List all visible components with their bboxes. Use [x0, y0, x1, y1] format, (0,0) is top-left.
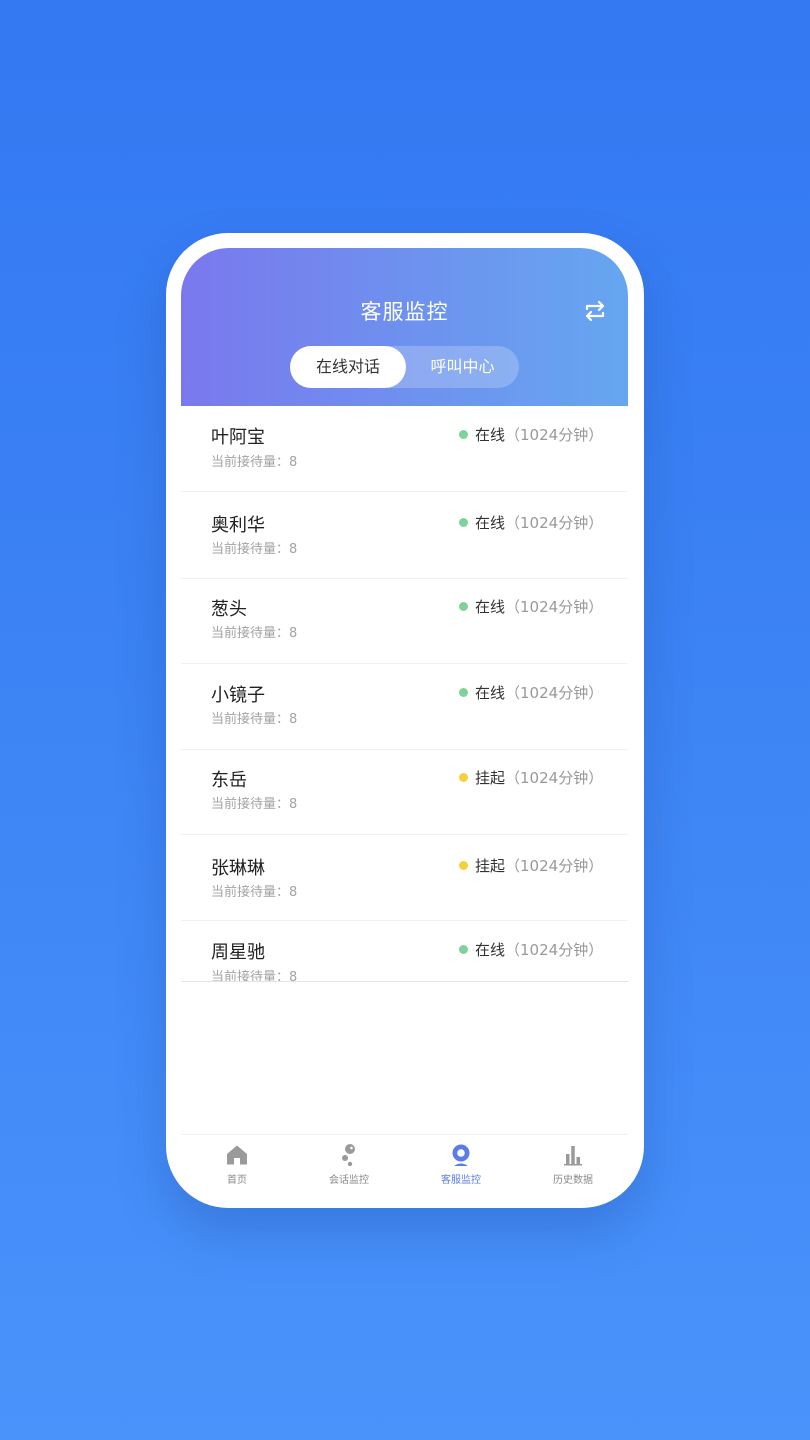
list-divider — [181, 981, 628, 982]
tab-label: 历史数据 — [553, 1175, 593, 1186]
agent-name: 周星驰 — [211, 942, 265, 963]
phone-frame: 客服监控 在线对话 呼叫中心 叶阿宝 当前接待量：8 在线（1024分钟） 奥利… — [166, 233, 644, 1208]
status-badge: 挂起（1024分钟） — [459, 767, 603, 788]
reception-load: 当前接待量：8 — [211, 885, 298, 900]
segmented-control: 在线对话 呼叫中心 — [290, 346, 519, 388]
status-badge: 挂起（1024分钟） — [459, 855, 603, 876]
tab-online-chat[interactable]: 在线对话 — [290, 346, 406, 388]
list-item[interactable]: 张琳琳 当前接待量：8 挂起（1024分钟） — [181, 835, 628, 921]
status-dot — [459, 945, 468, 954]
status-badge: 在线（1024分钟） — [459, 596, 603, 617]
reception-load: 当前接待量：8 — [211, 542, 298, 557]
list-item[interactable]: 东岳 当前接待量：8 挂起（1024分钟） — [181, 750, 628, 835]
home-icon — [227, 1145, 247, 1165]
status-dot — [459, 688, 468, 697]
agent-name: 葱头 — [211, 599, 247, 620]
reception-load: 当前接待量：8 — [211, 970, 298, 982]
tab-home[interactable]: 首页 — [181, 1143, 293, 1186]
page-title: 客服监控 — [360, 300, 449, 324]
tab-call-center[interactable]: 呼叫中心 — [406, 346, 519, 388]
tab-chat-monitor[interactable]: 会话监控 — [293, 1143, 405, 1186]
tab-service-monitor[interactable]: 客服监控 — [405, 1143, 517, 1186]
list-item[interactable]: 葱头 当前接待量：8 在线（1024分钟） — [181, 579, 628, 664]
swap-icon[interactable] — [582, 298, 608, 324]
list-item[interactable]: 周星驰 当前接待量：8 在线（1024分钟） — [181, 921, 628, 982]
tab-label: 客服监控 — [441, 1175, 481, 1186]
header: 客服监控 在线对话 呼叫中心 — [181, 248, 628, 406]
status-dot — [459, 773, 468, 782]
tab-history-data[interactable]: 历史数据 — [517, 1143, 628, 1186]
status-badge: 在线（1024分钟） — [459, 512, 603, 533]
chat-monitor-icon — [342, 1144, 355, 1167]
tab-label: 会话监控 — [329, 1175, 369, 1186]
agent-name: 小镜子 — [211, 685, 265, 706]
list-item[interactable]: 小镜子 当前接待量：8 在线（1024分钟） — [181, 664, 628, 750]
status-dot — [459, 602, 468, 611]
app-screen: 客服监控 在线对话 呼叫中心 叶阿宝 当前接待量：8 在线（1024分钟） 奥利… — [181, 248, 628, 1193]
status-badge: 在线（1024分钟） — [459, 939, 603, 960]
reception-load: 当前接待量：8 — [211, 455, 298, 470]
service-monitor-icon — [452, 1144, 470, 1166]
agent-name: 张琳琳 — [211, 858, 265, 879]
reception-load: 当前接待量：8 — [211, 626, 298, 641]
reception-load: 当前接待量：8 — [211, 797, 298, 812]
status-dot — [459, 430, 468, 439]
list-item[interactable]: 奥利华 当前接待量：8 在线（1024分钟） — [181, 492, 628, 579]
agent-list: 叶阿宝 当前接待量：8 在线（1024分钟） 奥利华 当前接待量：8 在线（10… — [181, 406, 628, 982]
status-badge: 在线（1024分钟） — [459, 682, 603, 703]
agent-name: 奥利华 — [211, 515, 265, 536]
status-badge: 在线（1024分钟） — [459, 424, 603, 445]
agent-name: 东岳 — [211, 770, 247, 791]
list-item[interactable]: 叶阿宝 当前接待量：8 在线（1024分钟） — [181, 406, 628, 492]
status-dot — [459, 518, 468, 527]
reception-load: 当前接待量：8 — [211, 712, 298, 727]
status-dot — [459, 861, 468, 870]
agent-name: 叶阿宝 — [211, 427, 265, 448]
tab-label: 首页 — [227, 1175, 247, 1186]
bar-chart-icon — [564, 1146, 582, 1166]
bottom-tab-bar: 首页 会话监控 客服监控 历史数据 — [181, 1134, 628, 1193]
